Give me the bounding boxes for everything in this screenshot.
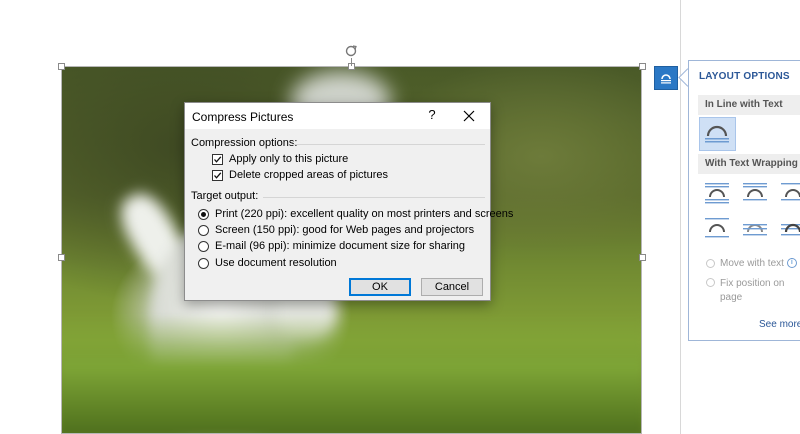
cancel-button[interactable]: Cancel <box>421 278 483 296</box>
close-button[interactable] <box>455 106 483 126</box>
layout-options-button[interactable] <box>654 66 678 90</box>
dialog-titlebar[interactable]: Compress Pictures ? <box>185 103 490 129</box>
apply-only-checkbox-row[interactable]: Apply only to this picture <box>212 152 348 166</box>
radio-selected-dot <box>201 211 206 217</box>
delete-cropped-checkbox-row[interactable]: Delete cropped areas of pictures <box>212 168 388 182</box>
move-with-text-label: Move with text <box>720 258 784 269</box>
section-divider <box>293 144 485 145</box>
wrap-square-icon[interactable] <box>703 179 731 207</box>
fix-position-option[interactable]: Fix position on page <box>706 277 784 305</box>
wrap-through-icon[interactable] <box>779 179 800 207</box>
target-print-label: Print (220 ppi): excellent quality on mo… <box>215 208 514 220</box>
info-icon[interactable]: i <box>786 258 797 268</box>
wrap-top-bottom-icon[interactable] <box>703 214 731 242</box>
target-output-label: Target output: <box>191 190 259 202</box>
target-print-radio[interactable] <box>198 208 209 220</box>
fix-position-label: Fix position on <box>720 278 785 289</box>
target-document-resolution-radio[interactable] <box>198 257 209 269</box>
see-more-link[interactable]: See more <box>759 319 800 330</box>
rotate-handle-icon[interactable] <box>344 44 358 58</box>
dialog-title: Compress Pictures <box>192 110 294 124</box>
apply-only-label: Apply only to this picture <box>229 153 349 165</box>
layout-options-icon <box>660 72 672 84</box>
target-email-label: E-mail (96 ppi): minimize document size … <box>215 240 466 252</box>
resize-handle-right[interactable] <box>639 254 646 261</box>
inline-section-header: In Line with Text <box>698 95 800 115</box>
layout-options-pane: LAYOUT OPTIONS In Line with Text With Te… <box>688 60 800 341</box>
target-screen-radio[interactable] <box>198 224 209 236</box>
ok-button[interactable]: OK <box>349 278 411 296</box>
section-divider <box>263 197 485 198</box>
wrap-tight-icon[interactable] <box>741 179 769 207</box>
target-email-row[interactable]: E-mail (96 ppi): minimize document size … <box>198 239 465 253</box>
compression-options-label: Compression options: <box>191 137 298 149</box>
resize-handle-top-left[interactable] <box>58 63 65 70</box>
fix-position-label-line2: page <box>720 292 743 303</box>
wrap-behind-text-icon[interactable] <box>741 214 769 242</box>
wrapping-section-header: With Text Wrapping <box>698 154 800 174</box>
resize-handle-left[interactable] <box>58 254 65 261</box>
delete-cropped-label: Delete cropped areas of pictures <box>229 169 388 181</box>
close-icon <box>463 110 475 122</box>
layout-options-title: LAYOUT OPTIONS <box>699 71 790 82</box>
grass-blur <box>61 314 642 434</box>
delete-cropped-checkbox[interactable] <box>212 169 223 181</box>
wrap-inline-icon[interactable] <box>699 117 736 151</box>
target-print-row[interactable]: Print (220 ppi): excellent quality on mo… <box>198 207 513 221</box>
target-screen-label: Screen (150 ppi): good for Web pages and… <box>215 224 475 236</box>
resize-handle-top-right[interactable] <box>639 63 646 70</box>
compress-pictures-dialog: Compress Pictures ? Compression options:… <box>184 102 513 301</box>
help-button[interactable]: ? <box>424 107 440 125</box>
target-screen-row[interactable]: Screen (150 ppi): good for Web pages and… <box>198 223 474 237</box>
target-email-radio[interactable] <box>198 240 209 252</box>
target-document-resolution-row[interactable]: Use document resolution <box>198 256 337 270</box>
move-with-text-option[interactable]: Move with text i <box>706 258 797 269</box>
move-with-text-radio[interactable] <box>706 259 715 268</box>
page-edge <box>680 0 681 434</box>
wrap-in-front-icon[interactable] <box>779 214 800 242</box>
rotate-stem <box>351 58 352 66</box>
target-document-resolution-label: Use document resolution <box>215 257 337 269</box>
fix-position-radio[interactable] <box>706 278 715 287</box>
apply-only-checkbox[interactable] <box>212 153 223 165</box>
